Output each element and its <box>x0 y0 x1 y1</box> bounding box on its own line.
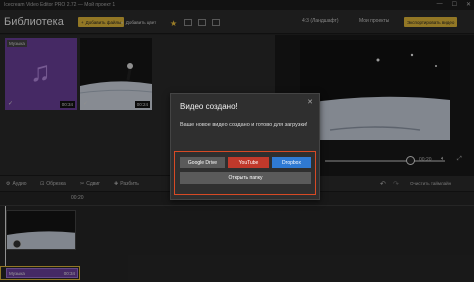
dropbox-button[interactable]: Dropbox <box>272 157 311 168</box>
youtube-button[interactable]: YouTube <box>228 157 269 168</box>
app-window: Icecream Video Editor PRO 2.72 — Мой про… <box>0 0 474 282</box>
video-created-dialog: Видео создано! ✕ Ваше новое видео создан… <box>170 93 320 200</box>
close-icon[interactable]: ✕ <box>307 98 313 106</box>
dialog-title: Видео создано! <box>180 102 238 111</box>
google-drive-button[interactable]: Google Drive <box>180 157 225 168</box>
dialog-message: Ваше новое видео создано и готово для за… <box>180 122 308 128</box>
open-folder-button[interactable]: Открыть папку <box>180 172 311 184</box>
